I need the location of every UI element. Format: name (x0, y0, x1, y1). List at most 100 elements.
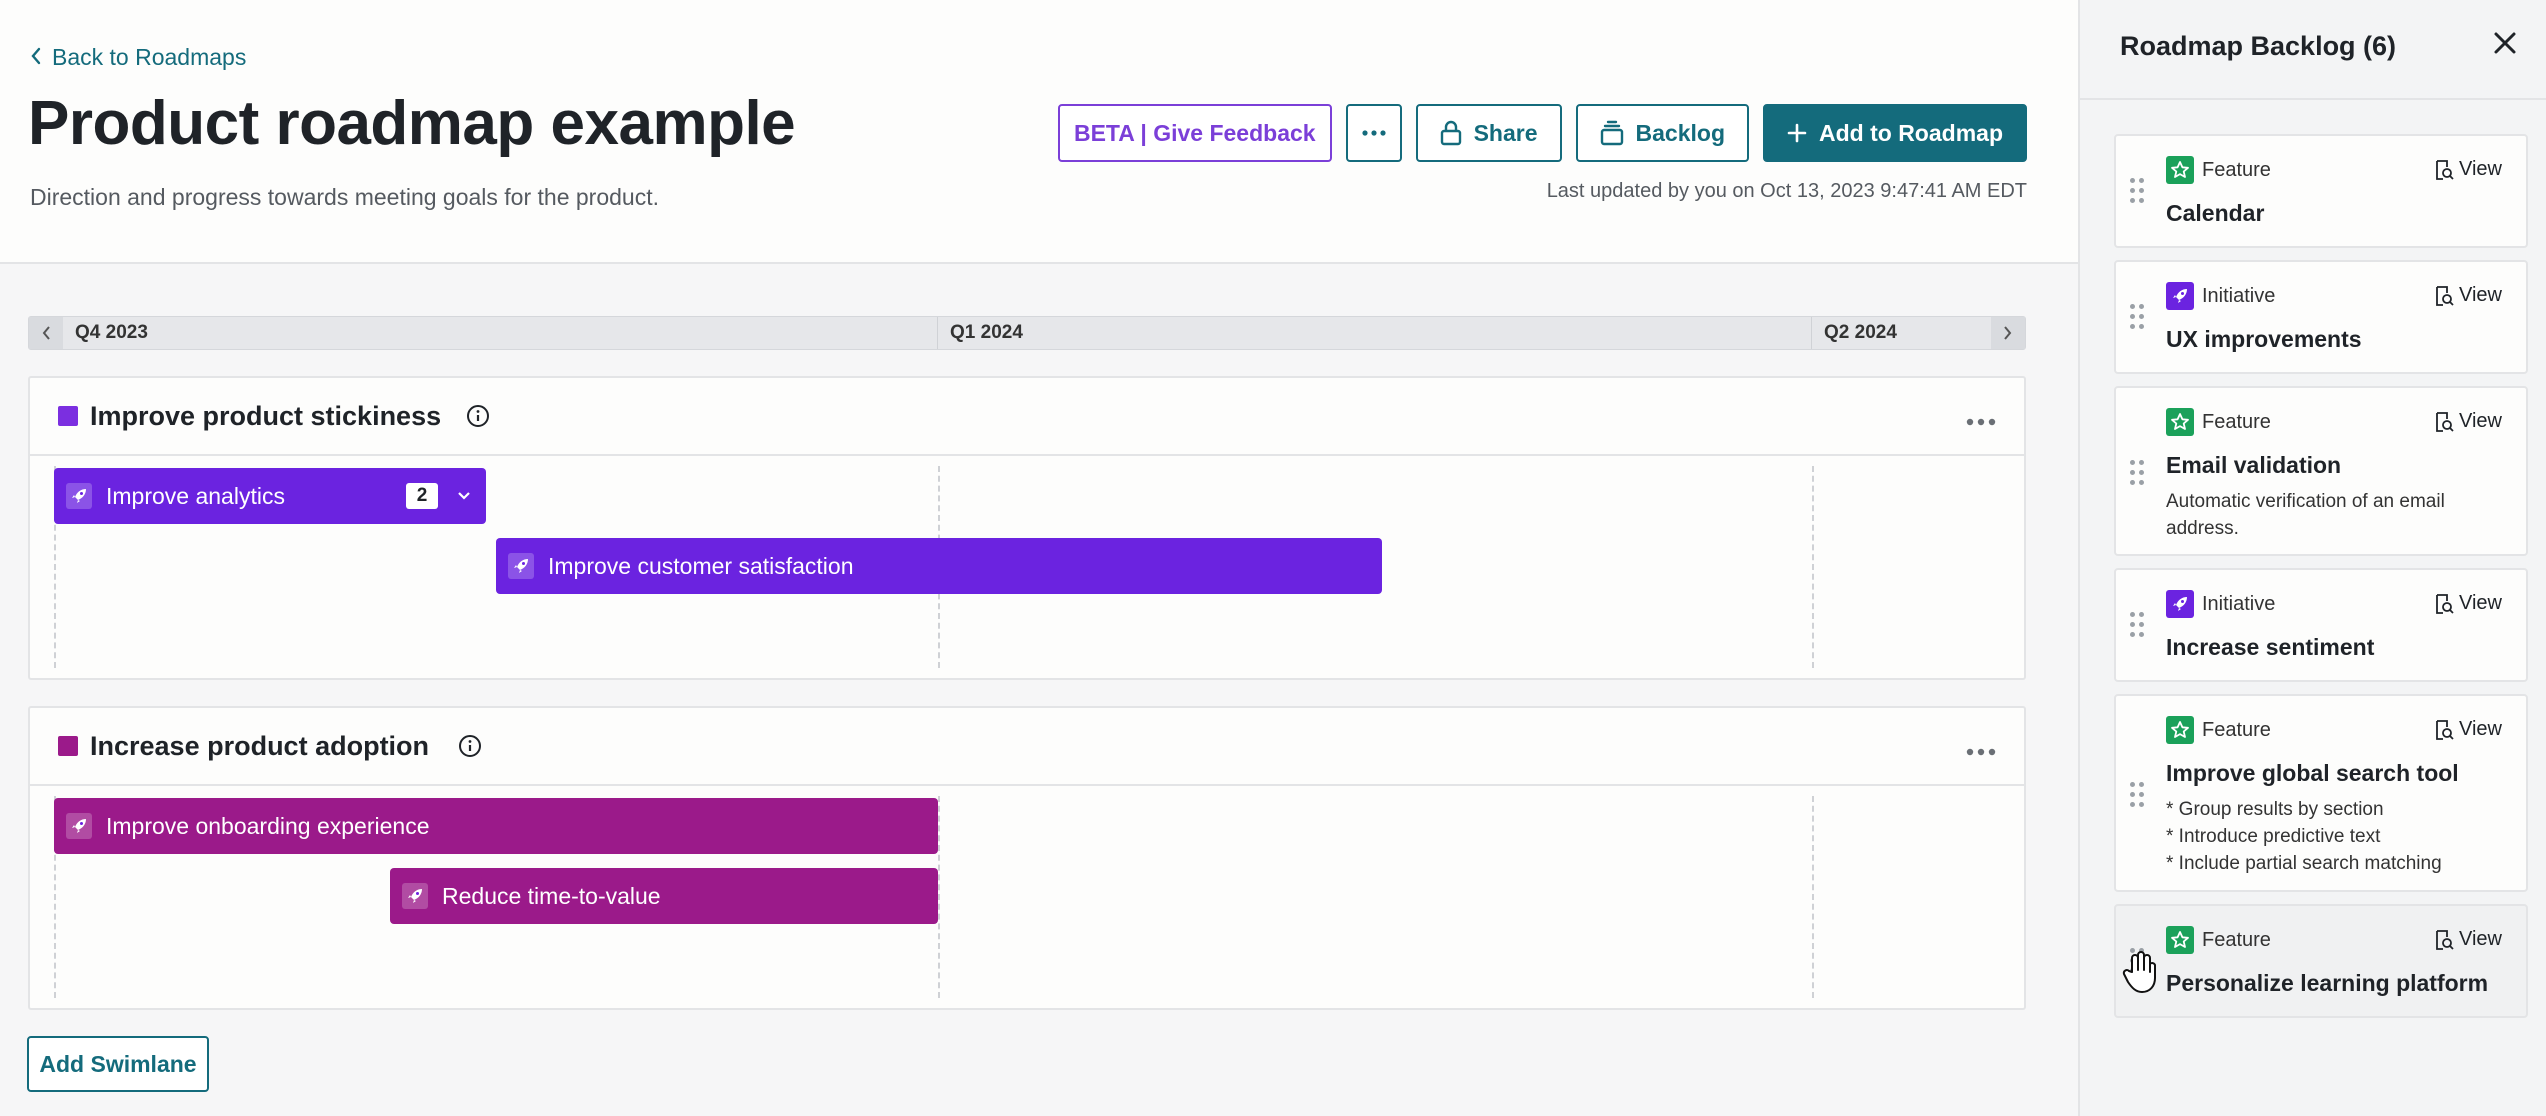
timeline-next-button[interactable] (1991, 317, 2025, 349)
page-subtitle: Direction and progress towards meeting g… (30, 184, 659, 210)
roadmap-item-label: Improve customer satisfaction (548, 552, 854, 579)
roadmap-item-bar[interactable]: Reduce time-to-value (390, 868, 938, 924)
add-to-roadmap-button[interactable]: Add to Roadmap (1763, 104, 2027, 162)
page-header: Back to Roadmaps Product roadmap example… (0, 0, 2078, 264)
timeline-header: Q4 2023 Q1 2024 Q2 2024 (28, 316, 2026, 350)
view-document-icon (2436, 285, 2454, 306)
chevron-right-icon (2004, 326, 2012, 340)
share-button[interactable]: Share (1415, 104, 1562, 162)
more-options-button[interactable] (1345, 104, 1402, 162)
roadmap-item-label: Reduce time-to-value (442, 882, 661, 909)
backlog-card[interactable]: Feature View Email validation Automatic … (2114, 386, 2528, 556)
view-item-link[interactable]: View (2433, 718, 2502, 741)
swimlane-title: Improve product stickiness (90, 401, 442, 431)
plus-icon (1787, 123, 1807, 143)
roadmap-item-bar[interactable]: Improve customer satisfaction (496, 538, 1382, 594)
drag-handle-icon[interactable] (2130, 782, 2146, 810)
drag-handle-icon[interactable] (2130, 460, 2146, 488)
lock-icon (1440, 120, 1461, 146)
page-title: Product roadmap example (28, 89, 796, 158)
view-item-link[interactable]: View (2433, 592, 2502, 615)
backlog-item-title: Personalize learning platform (2166, 970, 2489, 996)
close-icon[interactable] (2492, 30, 2518, 56)
view-item-link[interactable]: View (2433, 410, 2502, 433)
backlog-card[interactable]: Feature View Personalize learning platfo… (2114, 904, 2528, 1018)
rocket-icon (2166, 590, 2194, 618)
main-area: Back to Roadmaps Product roadmap example… (0, 0, 2078, 1116)
drag-handle-icon[interactable] (2130, 304, 2146, 332)
view-label: View (2459, 928, 2502, 950)
share-label: Share (1473, 119, 1538, 146)
backlog-item-description: Automatic verification of an email addre… (2166, 491, 2445, 539)
backlog-item-title: Increase sentiment (2166, 634, 2375, 660)
backlog-item-title: Improve global search tool (2166, 760, 2459, 786)
view-item-link[interactable]: View (2433, 158, 2502, 181)
rocket-icon (2166, 282, 2194, 310)
add-to-roadmap-label: Add to Roadmap (1819, 119, 2003, 146)
description-line: * Include partial search matching (2166, 853, 2442, 874)
chevron-down-icon[interactable] (456, 484, 472, 508)
view-item-link[interactable]: View (2433, 928, 2502, 951)
rocket-icon (402, 883, 428, 909)
last-updated-text: Last updated by you on Oct 13, 2023 9:47… (1546, 180, 2027, 202)
chevron-left-icon (42, 326, 50, 340)
timeline-gridline (1812, 466, 1814, 668)
backlog-card[interactable]: Initiative View UX improvements (2114, 260, 2528, 374)
star-icon (2166, 156, 2194, 184)
quarter-label: Q4 2023 (75, 322, 148, 343)
backlog-card[interactable]: Feature View Improve global search tool … (2114, 694, 2528, 892)
divider (2080, 98, 2546, 100)
chevron-left-icon (30, 45, 42, 71)
view-label: View (2459, 410, 2502, 432)
info-icon[interactable] (458, 734, 482, 758)
backlog-card[interactable]: Feature View Calendar (2114, 134, 2528, 248)
view-document-icon (2436, 159, 2454, 180)
timeline-gridline (1812, 796, 1814, 998)
swimlane-menu-button[interactable] (1966, 730, 1996, 764)
toolbar: BETA | Give Feedback Share Backlog Add t… (1057, 104, 2027, 162)
timeline-gridline (938, 796, 940, 998)
description-line: * Group results by section (2166, 799, 2384, 820)
back-to-roadmaps-link[interactable]: Back to Roadmaps (30, 44, 246, 71)
star-icon (2166, 408, 2194, 436)
swimlane-stickiness: Improve product stickiness Improve analy… (28, 376, 2026, 680)
backlog-item-description: * Group results by section * Introduce p… (2166, 796, 2506, 877)
ellipsis-icon (1966, 418, 1996, 426)
drag-handle-icon[interactable] (2130, 178, 2146, 206)
roadmap-item-bar[interactable]: Improve onboarding experience (54, 798, 938, 854)
swimlane-title: Increase product adoption (90, 731, 430, 761)
info-icon[interactable] (466, 404, 490, 428)
swimlane-color-swatch (58, 736, 78, 756)
view-document-icon (2436, 593, 2454, 614)
description-line: * Introduce predictive text (2166, 826, 2381, 847)
view-document-icon (2436, 719, 2454, 740)
item-type-label: Feature (2202, 719, 2271, 741)
grab-cursor-icon (2122, 951, 2156, 993)
swimlane-color-swatch (58, 406, 78, 426)
add-swimlane-button[interactable]: Add Swimlane (27, 1036, 209, 1092)
star-icon (2166, 926, 2194, 954)
view-label: View (2459, 284, 2502, 306)
view-item-link[interactable]: View (2433, 284, 2502, 307)
roadmap-item-label: Improve analytics (106, 482, 285, 509)
backlog-item-title: UX improvements (2166, 326, 2362, 352)
backlog-panel: Roadmap Backlog (6) Feature View Calenda… (2078, 0, 2546, 1116)
backlog-button[interactable]: Backlog (1575, 104, 1749, 162)
swimlane-adoption: Increase product adoption Improve onboar… (28, 706, 2026, 1010)
roadmap-item-bar[interactable]: Improve analytics 2 (54, 468, 486, 524)
backlog-item-title: Calendar (2166, 200, 2265, 226)
backlog-card[interactable]: Initiative View Increase sentiment (2114, 568, 2528, 682)
item-type-label: Feature (2202, 159, 2271, 181)
beta-feedback-button[interactable]: BETA | Give Feedback (1057, 104, 1332, 162)
drag-handle-icon[interactable] (2130, 612, 2146, 640)
star-icon (2166, 716, 2194, 744)
view-document-icon (2436, 929, 2454, 950)
swimlane-menu-button[interactable] (1966, 400, 1996, 434)
ellipsis-icon (1966, 748, 1996, 756)
rocket-icon (508, 553, 534, 579)
child-count-badge: 2 (406, 483, 438, 509)
swimlane-header: Increase product adoption (30, 708, 2024, 786)
back-link-label: Back to Roadmaps (52, 44, 247, 70)
timeline-prev-button[interactable] (29, 317, 63, 349)
view-label: View (2459, 592, 2502, 614)
